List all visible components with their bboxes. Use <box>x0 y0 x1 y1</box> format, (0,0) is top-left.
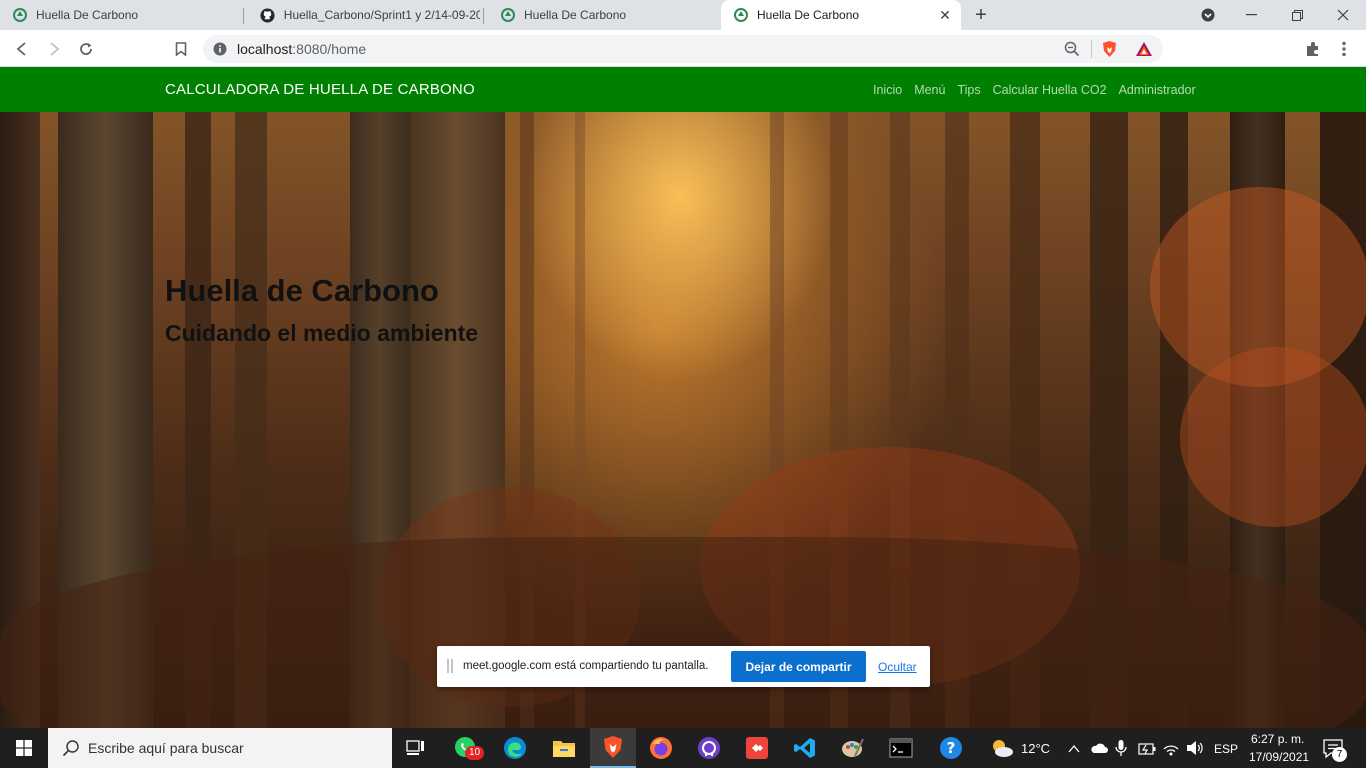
firefox-icon[interactable] <box>638 728 684 768</box>
edge-icon[interactable] <box>492 728 538 768</box>
back-button[interactable] <box>9 36 35 62</box>
whatsapp-badge: 10 <box>465 746 485 760</box>
browser-toolbar: localhost:8080/home <box>0 30 1366 67</box>
divider <box>1091 40 1092 58</box>
vscode-icon[interactable] <box>782 728 828 768</box>
nav-link-inicio[interactable]: Inicio <box>873 83 902 97</box>
chevron-up-icon[interactable] <box>1068 741 1080 759</box>
share-message: meet.google.com está compartiendo tu pan… <box>463 660 709 672</box>
weather-icon[interactable] <box>990 738 1014 763</box>
clock-date[interactable]: 17/09/2021 <box>1249 750 1309 764</box>
tab-title: Huella De Carbono <box>524 8 627 22</box>
file-explorer-icon[interactable] <box>541 728 587 768</box>
menu-kebab-icon[interactable] <box>1331 36 1357 62</box>
screen-share-bar: meet.google.com está compartiendo tu pan… <box>437 646 930 687</box>
tab-title: Huella De Carbono <box>757 8 860 22</box>
url-host: localhost <box>237 41 293 57</box>
weather-temperature[interactable]: 12°C <box>1021 741 1050 756</box>
taskbar-search-box[interactable]: Escribe aquí para buscar <box>48 728 392 768</box>
brave-browser-icon[interactable] <box>590 728 636 768</box>
restore-button[interactable] <box>1274 0 1320 30</box>
url-text: localhost:8080/home <box>237 41 366 57</box>
url-path: :8080/home <box>292 41 367 57</box>
help-icon[interactable]: ? <box>928 728 974 768</box>
recycle-icon <box>733 7 749 23</box>
info-icon[interactable] <box>213 42 227 61</box>
nav-links: Inicio Menú Tips Calcular Huella CO2 Adm… <box>873 83 1196 97</box>
tab-2[interactable]: Huella_Carbono/Sprint1 y 2/14-09-20 <box>248 0 480 30</box>
zoom-icon[interactable] <box>1064 41 1080 62</box>
hero-title: Huella de Carbono <box>165 273 439 308</box>
microphone-icon[interactable] <box>1115 739 1127 762</box>
paint-icon[interactable] <box>830 728 876 768</box>
onedrive-icon[interactable] <box>1090 741 1108 759</box>
windows-taskbar: Escribe aquí para buscar 10 ? 12°C ESP 6… <box>0 728 1366 768</box>
task-view-icon[interactable] <box>393 728 439 768</box>
battery-icon[interactable] <box>1138 742 1156 760</box>
brave-shields-icon[interactable] <box>1101 40 1118 63</box>
minimize-button[interactable] <box>1228 0 1274 30</box>
site-brand[interactable]: CALCULADORA DE HUELLA DE CARBONO <box>165 81 475 98</box>
tab-title: Huella_Carbono/Sprint1 y 2/14-09-20 <box>283 8 480 22</box>
github-desktop-icon[interactable] <box>686 728 732 768</box>
wifi-icon[interactable] <box>1162 740 1180 761</box>
address-bar[interactable]: localhost:8080/home <box>203 35 1163 63</box>
anydesk-icon[interactable] <box>734 728 780 768</box>
nav-link-calcular[interactable]: Calcular Huella CO2 <box>993 83 1107 97</box>
recycle-icon <box>500 7 516 23</box>
tab-strip: Huella De Carbono Huella_Carbono/Sprint1… <box>0 0 1366 30</box>
whatsapp-icon[interactable]: 10 <box>443 728 489 768</box>
tab-separator <box>483 8 484 24</box>
clock-time[interactable]: 6:27 p. m. <box>1251 732 1304 746</box>
drag-handle-icon[interactable] <box>447 659 453 673</box>
close-window-button[interactable] <box>1320 0 1366 30</box>
notifications-count: 7 <box>1332 747 1347 762</box>
language-indicator[interactable]: ESP <box>1214 742 1238 756</box>
tab-1[interactable]: Huella De Carbono <box>0 0 240 30</box>
brave-rewards-icon[interactable] <box>1135 41 1153 62</box>
github-icon <box>260 7 276 23</box>
tab-3[interactable]: Huella De Carbono <box>488 0 720 30</box>
web-page: CALCULADORA DE HUELLA DE CARBONO Inicio … <box>0 67 1366 728</box>
nav-link-administrador[interactable]: Administrador <box>1119 83 1196 97</box>
nav-link-tips[interactable]: Tips <box>957 83 980 97</box>
hide-link[interactable]: Ocultar <box>878 660 917 674</box>
stop-sharing-button[interactable]: Dejar de compartir <box>731 651 866 682</box>
close-tab-icon[interactable]: ✕ <box>937 7 953 23</box>
search-placeholder: Escribe aquí para buscar <box>88 740 244 756</box>
site-navbar: CALCULADORA DE HUELLA DE CARBONO Inicio … <box>0 67 1366 112</box>
tab-search-icon[interactable] <box>1185 0 1231 30</box>
tab-title: Huella De Carbono <box>36 8 139 22</box>
windows-start-button[interactable] <box>0 728 48 768</box>
hero-subtitle: Cuidando el medio ambiente <box>165 320 479 346</box>
extensions-icon[interactable] <box>1300 36 1326 62</box>
reload-button[interactable] <box>73 36 99 62</box>
search-icon <box>62 739 80 762</box>
svg-text:?: ? <box>947 739 956 757</box>
forward-button[interactable] <box>41 36 67 62</box>
nav-link-menu[interactable]: Menú <box>914 83 945 97</box>
tab-separator <box>243 8 244 24</box>
recycle-icon <box>12 7 28 23</box>
volume-icon[interactable] <box>1186 740 1204 761</box>
tab-4-active[interactable]: Huella De Carbono ✕ <box>721 0 961 30</box>
bookmark-icon[interactable] <box>168 36 194 62</box>
terminal-icon[interactable] <box>878 728 924 768</box>
new-tab-button[interactable]: + <box>970 4 992 26</box>
